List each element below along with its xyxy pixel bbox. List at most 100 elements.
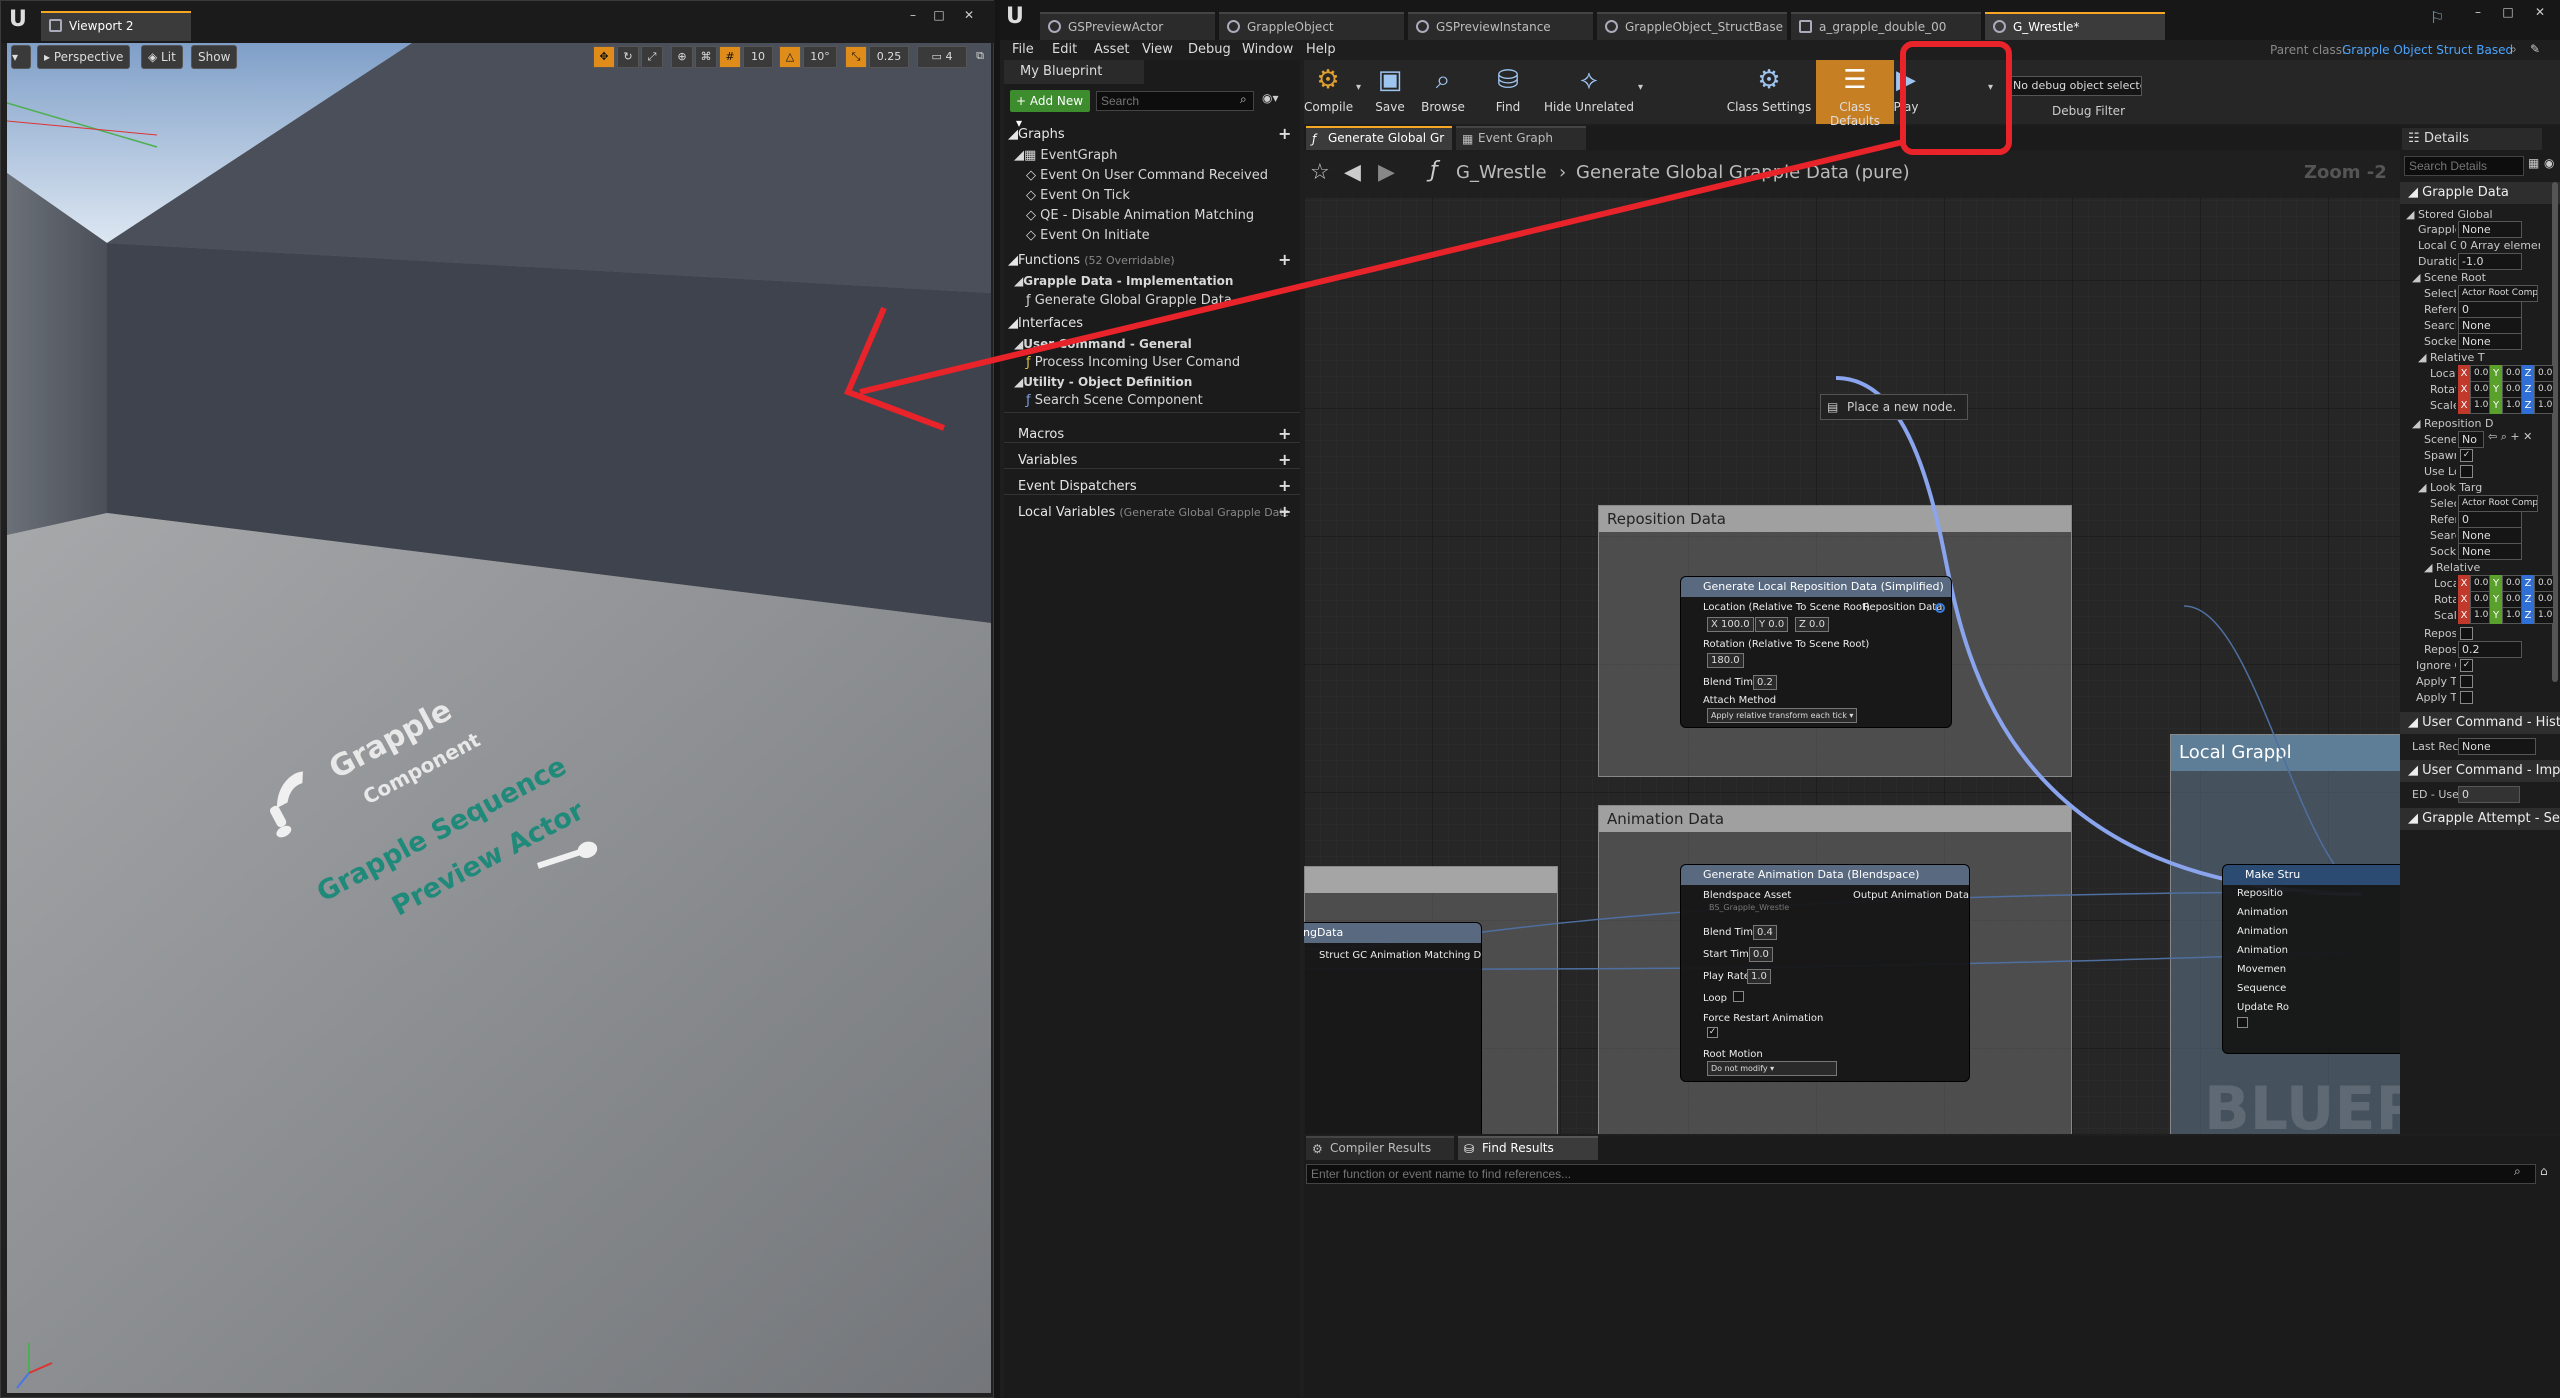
find-global-icon[interactable]: ⌂: [2540, 1164, 2548, 1178]
minimize-icon[interactable]: –: [2468, 4, 2488, 20]
context-tooltip[interactable]: ▤ Place a new node.: [1820, 394, 1968, 420]
section-grapple-data[interactable]: ◢ Grapple Data: [2400, 182, 2560, 204]
maximize-icon[interactable]: □: [929, 7, 949, 23]
back-arrow-icon[interactable]: ◀: [1344, 160, 1361, 185]
grid-snap-icon[interactable]: #: [719, 46, 741, 68]
scale-tool-icon[interactable]: ⤢: [641, 46, 663, 68]
ignore-collision-checkbox[interactable]: ✓: [2460, 659, 2473, 672]
relative-category[interactable]: ◢ Relative T: [2418, 351, 2485, 364]
locat2-y-field[interactable]: 0.0: [2502, 575, 2522, 592]
output-pin-icon[interactable]: [1935, 603, 1945, 613]
tab-gspreviewinstance[interactable]: GSPreviewInstance: [1408, 12, 1593, 42]
add-new-button[interactable]: + Add New ▾: [1010, 90, 1090, 130]
ed-user-field[interactable]: 0: [2458, 786, 2520, 803]
menu-asset[interactable]: Asset: [1094, 42, 1130, 57]
interface-category[interactable]: ◢User Command - General: [1014, 334, 1192, 354]
rotat2-x-field[interactable]: 0.0: [2470, 591, 2490, 608]
add-dispatcher-icon[interactable]: +: [1278, 476, 1291, 495]
rotation-y-field[interactable]: 0.0: [2502, 381, 2522, 398]
add-local-variable-icon[interactable]: +: [1278, 502, 1291, 521]
lit-button[interactable]: ◈ Lit: [141, 45, 183, 69]
tab-gspreviewactor[interactable]: GSPreviewActor: [1040, 12, 1215, 42]
play-button[interactable]: ▶ Play: [1876, 60, 1936, 114]
scale-z-field[interactable]: 1.0: [2534, 397, 2554, 414]
attach-method-dropdown[interactable]: Apply relative transform each tick ▾: [1707, 708, 1858, 723]
browse-parent-icon[interactable]: ⌕: [2510, 42, 2517, 57]
functions-category[interactable]: ◢Functions (52 Overridable): [1008, 250, 1296, 272]
maximize-icon[interactable]: □: [2498, 4, 2518, 20]
interface-item[interactable]: ƒ Search Scene Component: [1026, 391, 1203, 411]
save-button[interactable]: ▣ Save: [1366, 60, 1414, 114]
apply-time2-checkbox[interactable]: [2460, 691, 2473, 704]
socket-name-field[interactable]: None: [2458, 333, 2522, 350]
rotation-z-field[interactable]: 0.0: [2534, 381, 2554, 398]
location-z-field[interactable]: 0.0: [2534, 365, 2554, 382]
tab-compiler-results[interactable]: ⚙ Compiler Results: [1306, 1136, 1454, 1160]
search-icon[interactable]: ⌕: [2514, 1164, 2521, 1179]
viewport-scene[interactable]: Grapple Component Grapple Sequence Previ…: [7, 43, 991, 1393]
spawn-on-checkbox[interactable]: ✓: [2460, 449, 2473, 462]
compile-button[interactable]: ⚙ Compile: [1304, 60, 1353, 114]
rotation-snap-icon[interactable]: △: [779, 46, 801, 68]
event-item[interactable]: ◇ Event On Initiate: [1026, 226, 1150, 246]
breadcrumb-root[interactable]: G_Wrestle: [1456, 162, 1547, 183]
last-received-field[interactable]: None: [2458, 738, 2536, 755]
reposition4-field[interactable]: 0.2: [2458, 641, 2522, 658]
menu-edit[interactable]: Edit: [1052, 42, 1077, 57]
event-item[interactable]: ◇ Event On User Command Received: [1026, 166, 1268, 186]
scene-root-category[interactable]: ◢ Scene Root: [2412, 271, 2486, 284]
property-matrix-icon[interactable]: ▦: [2528, 156, 2539, 170]
section-grapple-attempt[interactable]: ◢ Grapple Attempt - Settings: [2400, 808, 2560, 830]
add-variable-icon[interactable]: +: [1278, 450, 1291, 469]
favorite-star-icon[interactable]: ☆: [1310, 160, 1330, 185]
selection-dropdown[interactable]: Actor Root Componen: [2458, 285, 2538, 302]
rotation-snap-value[interactable]: 10°: [803, 46, 837, 68]
unreal-logo-icon[interactable]: U: [1006, 4, 1024, 29]
section-user-command-history[interactable]: ◢ User Command - History: [2400, 712, 2560, 734]
node-generate-animation[interactable]: Generate Animation Data (Blendspace) Ble…: [1680, 864, 1970, 1082]
add-function-icon[interactable]: +: [1278, 250, 1291, 269]
rotate-tool-icon[interactable]: ↻: [617, 46, 639, 68]
stored-global-category[interactable]: ◢ Stored Global: [2406, 208, 2493, 221]
event-item[interactable]: ◇ QE - Disable Animation Matching: [1026, 206, 1254, 226]
location-x-field[interactable]: 0.0: [2470, 365, 2490, 382]
scale-snap-icon[interactable]: ⤡: [845, 46, 867, 68]
search-comp-field[interactable]: None: [2458, 317, 2522, 334]
rotat2-z-field[interactable]: 0.0: [2534, 591, 2554, 608]
section-user-command-impl[interactable]: ◢ User Command - Implementation: [2400, 760, 2560, 782]
blendspace-asset-value[interactable]: BS_Grapple_Wrestle: [1709, 903, 1789, 912]
scale-y-field[interactable]: 1.0: [2502, 397, 2522, 414]
play-options-icon[interactable]: ▾: [1988, 82, 1993, 93]
locat2-x-field[interactable]: 0.0: [2470, 575, 2490, 592]
scene-col-actions[interactable]: ⇦ ⌕ + ✕: [2488, 430, 2532, 444]
play-rate-field[interactable]: 1.0: [1747, 969, 1771, 984]
find-button[interactable]: ⛁ Find: [1484, 60, 1532, 114]
blend-time-field[interactable]: 0.4: [1753, 925, 1777, 940]
grapple-seq-field[interactable]: None: [2458, 221, 2522, 238]
duration-field[interactable]: -1.0: [2458, 253, 2522, 270]
search2-field[interactable]: None: [2458, 527, 2522, 544]
parent-class-link[interactable]: Grapple Object Struct Based: [2342, 43, 2513, 57]
grid-size-value[interactable]: 10: [743, 46, 773, 68]
event-graph-item[interactable]: ◢▦ EventGraph: [1014, 146, 1118, 166]
close-icon[interactable]: ✕: [959, 7, 979, 23]
rotat2-y-field[interactable]: 0.0: [2502, 591, 2522, 608]
scale-x-field[interactable]: 1.0: [2470, 397, 2490, 414]
force-restart-checkbox[interactable]: ✓: [1707, 1027, 1718, 1038]
root-motion-dropdown[interactable]: Do not modify ▾: [1707, 1061, 1837, 1076]
menu-file[interactable]: File: [1012, 42, 1034, 57]
reference-field[interactable]: 0: [2458, 301, 2522, 318]
node-generate-reposition[interactable]: Generate Local Reposition Data (Simplifi…: [1680, 576, 1952, 728]
details-search-input[interactable]: [2404, 156, 2524, 176]
menu-debug[interactable]: Debug: [1188, 42, 1231, 57]
interface-category[interactable]: ◢Utility - Object Definition: [1014, 372, 1192, 392]
graph-canvas[interactable]: ☆ ◀ ▶ ƒ G_Wrestle › Generate Global Grap…: [1304, 152, 2400, 1134]
viewport-tab[interactable]: Viewport 2: [41, 11, 191, 41]
look-target-category[interactable]: ◢ Look Targ: [2418, 481, 2482, 494]
tab-g-wrestle[interactable]: G_Wrestle*: [1985, 12, 2165, 42]
node-make-struct[interactable]: Make Stru Repositio Animation Animation …: [2222, 864, 2400, 1054]
maximize-viewport-icon[interactable]: ⧉: [971, 46, 989, 68]
breadcrumb-function[interactable]: Generate Global Grapple Data (pure): [1576, 162, 1910, 183]
edit-parent-icon[interactable]: ✎: [2530, 42, 2540, 56]
browse-button[interactable]: ⌕ Browse: [1416, 60, 1470, 114]
